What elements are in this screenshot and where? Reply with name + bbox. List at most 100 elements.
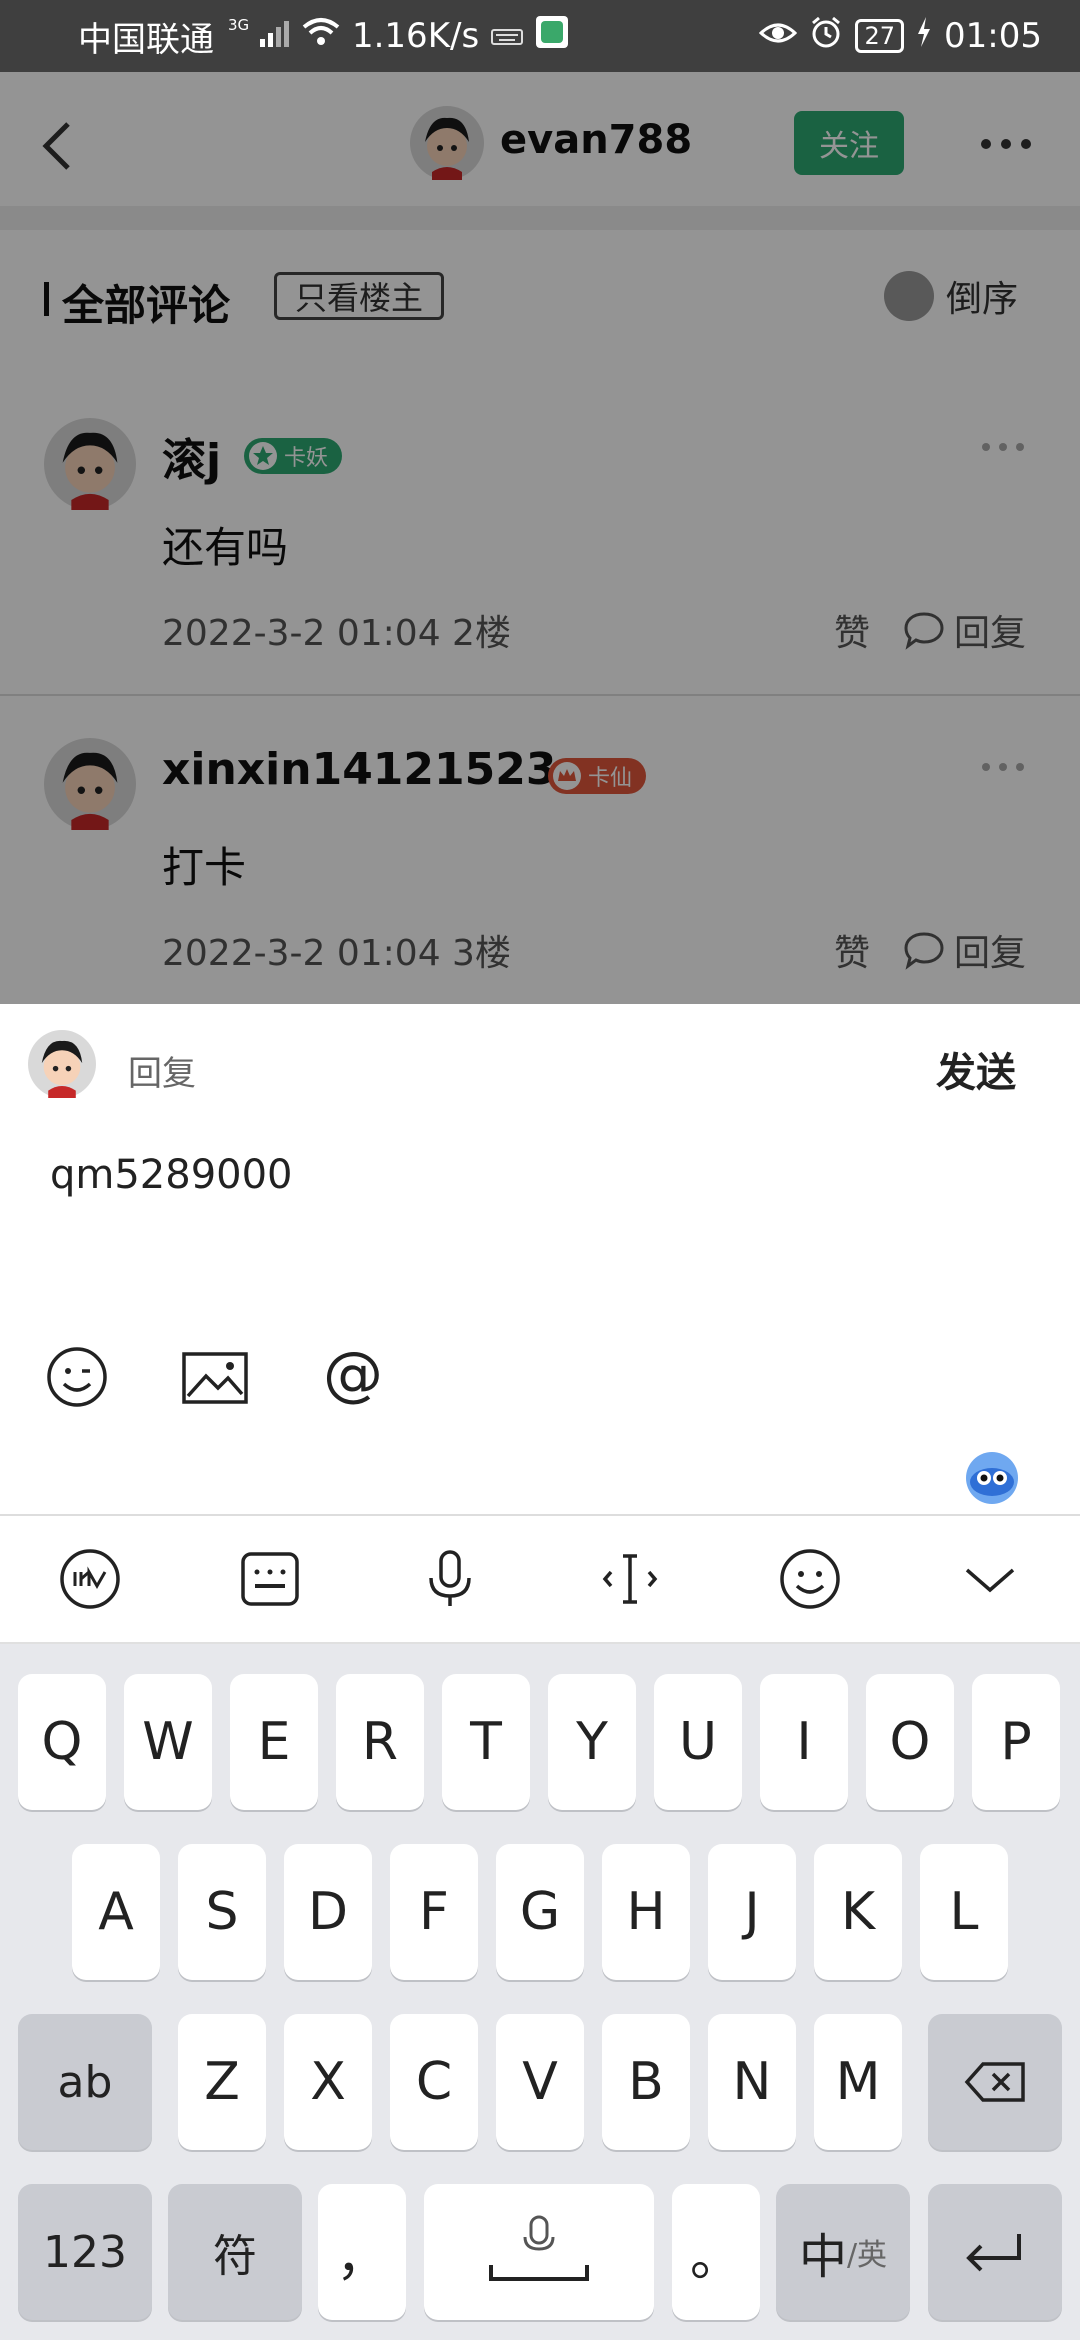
key-v[interactable]: V <box>496 2014 584 2150</box>
shift-key[interactable]: ab <box>18 2014 152 2150</box>
symbol-key[interactable]: 符 <box>168 2184 302 2320</box>
key-d[interactable]: D <box>284 1844 372 1980</box>
keyboard-layout-icon[interactable] <box>237 1546 303 1612</box>
status-bar: 中国联通 3G 1.16K/s 27 01:05 <box>0 0 1080 72</box>
chevron-down-icon[interactable] <box>957 1546 1023 1612</box>
key-a[interactable]: A <box>72 1844 160 1980</box>
clock: 01:05 <box>944 16 1042 56</box>
comment-text: 还有吗 <box>162 523 289 572</box>
key-m[interactable]: M <box>814 2014 902 2150</box>
comment-text: 打卡 <box>162 843 247 892</box>
image-icon[interactable] <box>180 1344 250 1410</box>
key-t[interactable]: T <box>442 1674 530 1810</box>
top-bar: evan788 关注 <box>0 72 1080 230</box>
keyboard: Q W E R T Y U I O P A S D F G H J K L ab… <box>0 1644 1080 2340</box>
keyboard-toolbar <box>0 1516 1080 1644</box>
key-j[interactable]: J <box>708 1844 796 1980</box>
comment-author[interactable]: 滚j <box>162 424 221 488</box>
key-p[interactable]: P <box>972 1674 1060 1810</box>
comment-meta: 2022-3-2 01:04 2楼 <box>162 613 511 654</box>
send-button[interactable]: 发送 <box>936 1040 1016 1098</box>
follow-button[interactable]: 关注 <box>794 111 904 175</box>
signal-icon: 3G <box>226 16 290 56</box>
lang-alt-label: /英 <box>846 2238 888 2273</box>
space-key[interactable] <box>424 2184 654 2320</box>
microphone-icon[interactable] <box>417 1546 483 1612</box>
sort-button[interactable]: 倒序 <box>884 270 1018 322</box>
reply-input[interactable]: qm5289000 <box>50 1152 293 1198</box>
handwriting-icon[interactable] <box>57 1546 123 1612</box>
charging-icon <box>916 16 932 56</box>
key-u[interactable]: U <box>654 1674 742 1810</box>
more-icon[interactable] <box>978 130 1034 158</box>
space-mic-icon <box>489 2215 589 2281</box>
comment-more-icon[interactable] <box>980 758 1026 771</box>
only-author-button[interactable]: 只看楼主 <box>274 272 445 320</box>
reply-toolbar: @ <box>44 1339 386 1410</box>
key-n[interactable]: N <box>708 2014 796 2150</box>
sort-icon <box>884 271 934 321</box>
key-q[interactable]: Q <box>18 1674 106 1810</box>
divider <box>0 694 1080 696</box>
key-f[interactable]: F <box>390 1844 478 1980</box>
avatar <box>28 1030 96 1098</box>
back-button[interactable] <box>30 116 90 176</box>
avatar[interactable] <box>44 738 136 830</box>
backspace-key[interactable] <box>928 2014 1062 2150</box>
sort-label: 倒序 <box>946 279 1019 320</box>
key-e[interactable]: E <box>230 1674 318 1810</box>
enter-icon <box>966 2234 1021 2272</box>
comment-item: 滚j 卡妖 还有吗 2022-3-2 01:04 2楼 赞 回复 <box>0 418 1080 738</box>
enter-key[interactable] <box>928 2184 1062 2320</box>
level-badge: 卡妖 <box>244 438 343 474</box>
backspace-icon <box>964 2062 1025 2102</box>
emoji-icon[interactable] <box>44 1344 110 1410</box>
mention-icon[interactable]: @ <box>320 1339 386 1410</box>
app-notification-icon <box>535 15 569 58</box>
comment-bubble-icon <box>904 612 944 650</box>
carrier-label: 中国联通 <box>78 19 214 60</box>
emoji-icon[interactable] <box>777 1546 843 1612</box>
key-g[interactable]: G <box>496 1844 584 1980</box>
cursor-move-icon[interactable] <box>597 1546 663 1612</box>
reply-button[interactable]: 回复 <box>902 604 1026 656</box>
section-title: 全部评论 <box>62 281 231 330</box>
like-button[interactable]: 赞 <box>834 604 870 656</box>
number-key[interactable]: 123 <box>18 2184 152 2320</box>
reply-panel: 回复 发送 qm5289000 @ <box>0 1004 1080 1442</box>
key-x[interactable]: X <box>284 2014 372 2150</box>
avatar[interactable] <box>44 418 136 510</box>
comma-key[interactable]: ， <box>318 2184 406 2320</box>
lang-main-label: 中 <box>798 2229 847 2285</box>
avatar[interactable] <box>410 106 484 180</box>
keyboard-status-icon <box>491 16 524 56</box>
assistant-icon[interactable] <box>964 1450 1020 1506</box>
key-o[interactable]: O <box>866 1674 954 1810</box>
reply-label: 回复 <box>128 1054 196 1094</box>
key-h[interactable]: H <box>602 1844 690 1980</box>
key-l[interactable]: L <box>920 1844 1008 1980</box>
language-switch-key[interactable]: 中/英 <box>776 2184 910 2320</box>
reply-button[interactable]: 回复 <box>902 924 1026 976</box>
key-c[interactable]: C <box>390 2014 478 2150</box>
comment-author[interactable]: xinxin14121523 <box>162 744 557 795</box>
comment-meta: 2022-3-2 01:04 3楼 <box>162 933 511 974</box>
key-y[interactable]: Y <box>548 1674 636 1810</box>
key-w[interactable]: W <box>124 1674 212 1810</box>
keyboard-assistant-bar <box>0 1440 1080 1516</box>
comment-filter-bar: 全部评论 只看楼主 倒序 <box>0 252 1080 348</box>
key-r[interactable]: R <box>336 1674 424 1810</box>
username[interactable]: evan788 <box>500 117 692 163</box>
svg-text:@: @ <box>323 1344 383 1409</box>
key-s[interactable]: S <box>178 1844 266 1980</box>
key-i[interactable]: I <box>760 1674 848 1810</box>
key-k[interactable]: K <box>814 1844 902 1980</box>
like-button[interactable]: 赞 <box>834 924 870 976</box>
alarm-icon <box>809 15 843 58</box>
key-z[interactable]: Z <box>178 2014 266 2150</box>
comment-more-icon[interactable] <box>980 438 1026 451</box>
period-key[interactable]: 。 <box>672 2184 760 2320</box>
level-badge: 卡仙 <box>548 758 647 794</box>
post-page: evan788 关注 全部评论 只看楼主 倒序 滚j 卡妖 还有吗 2022-3… <box>0 72 1080 1004</box>
key-b[interactable]: B <box>602 2014 690 2150</box>
